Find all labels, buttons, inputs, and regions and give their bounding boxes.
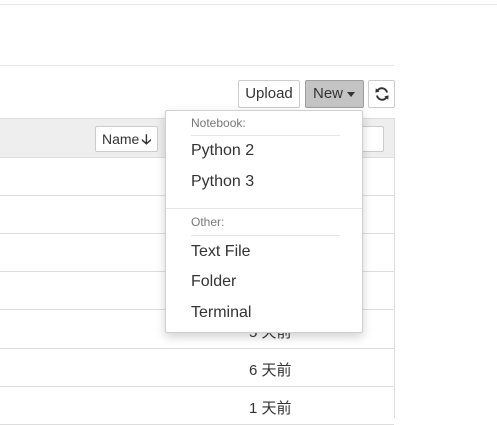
- menu-item-python-2[interactable]: Python 2: [191, 142, 254, 160]
- other-section-header: Other:: [191, 215, 225, 229]
- upload-button-label: Upload: [245, 85, 293, 102]
- new-dropdown-menu: Notebook: Python 2 Python 3 Other: Text …: [165, 110, 363, 333]
- other-section-divider: [191, 235, 340, 236]
- new-button-label: New: [313, 85, 344, 102]
- menu-divider: [166, 208, 362, 209]
- upload-button[interactable]: Upload: [238, 80, 300, 108]
- list-item[interactable]: 6 天前: [0, 349, 394, 387]
- modified-time: 6 天前: [249, 362, 292, 379]
- new-button[interactable]: New: [305, 80, 364, 108]
- arrow-down-icon: 🡣: [141, 131, 152, 147]
- refresh-button[interactable]: [368, 80, 395, 108]
- menu-item-python-3[interactable]: Python 3: [191, 173, 254, 191]
- sort-by-name-button[interactable]: Name 🡣: [95, 126, 159, 152]
- refresh-icon: [375, 87, 389, 101]
- menu-item-folder[interactable]: Folder: [191, 273, 236, 291]
- top-divider: [0, 4, 497, 5]
- modified-time: 1 天前: [249, 400, 292, 417]
- list-item[interactable]: 1 天前: [0, 387, 394, 425]
- notebook-section-divider: [191, 135, 340, 136]
- menu-item-text-file[interactable]: Text File: [191, 243, 251, 261]
- toolbar-divider: [0, 65, 394, 66]
- sort-by-name-label: Name: [102, 131, 140, 147]
- notebook-section-header: Notebook:: [191, 116, 246, 130]
- menu-item-terminal[interactable]: Terminal: [191, 304, 251, 322]
- caret-down-icon: [347, 91, 356, 97]
